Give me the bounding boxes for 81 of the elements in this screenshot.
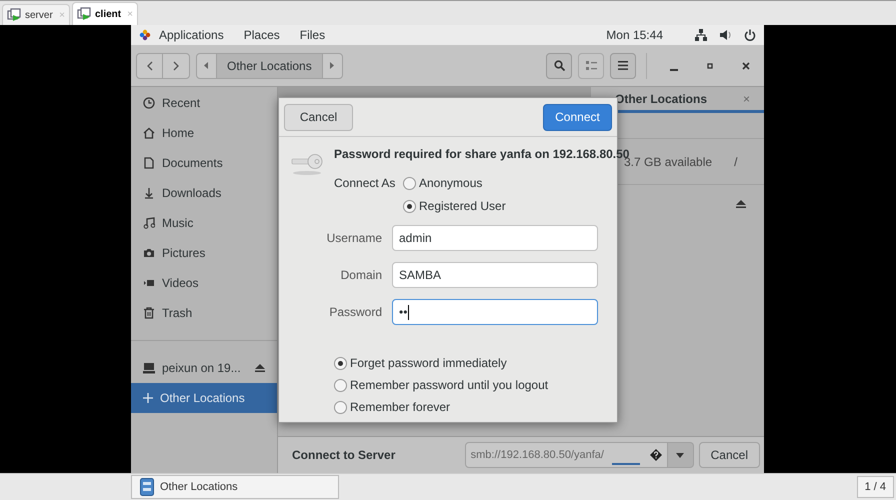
input-field[interactable]: •• [392, 299, 598, 325]
sidebar-item[interactable]: Videos [131, 268, 277, 298]
house-icon [143, 127, 155, 139]
sidebar-item[interactable]: Documents [131, 148, 277, 178]
flower-icon [139, 29, 151, 41]
clock: Mon 15:44 [606, 27, 663, 44]
eject-icon [736, 200, 746, 208]
sidebar-item[interactable]: Pictures [131, 238, 277, 268]
menu-item[interactable]: Files [300, 26, 326, 44]
video-icon [143, 277, 155, 289]
view-toggle-button[interactable] [578, 52, 604, 78]
network-drive-icon [143, 362, 155, 374]
field-label: Username [326, 230, 383, 247]
file-cabinet-icon [140, 478, 154, 496]
radio-label: Remember forever [350, 399, 450, 416]
search-button[interactable] [546, 52, 572, 78]
connect-as-label: Connect As [334, 175, 396, 192]
left-triangle-icon [204, 62, 209, 69]
cancel-button[interactable]: Cancel [698, 442, 760, 468]
radio-label: Registered User [419, 198, 506, 215]
sidebar-item[interactable]: Music [131, 208, 277, 238]
search-icon [554, 60, 564, 71]
speaker-icon [719, 29, 732, 41]
radio-label: Remember password until you logout [350, 377, 548, 394]
clock-icon [143, 97, 155, 109]
radio-label: Forget password immediately [350, 355, 507, 372]
field-label: Password [328, 304, 383, 321]
power-icon [744, 29, 756, 41]
input-field[interactable]: admin [392, 225, 598, 251]
radio-button[interactable] [334, 378, 347, 392]
music-icon [143, 217, 155, 229]
browser-tab[interactable]: server × [2, 4, 70, 25]
sidebar-item[interactable]: Other Locations [131, 383, 277, 413]
sidebar-item[interactable]: Home [131, 118, 277, 148]
tab-label: server [25, 8, 53, 22]
address-field[interactable]: smb://192.168.80.50/yanfa/ [464, 442, 668, 468]
browser-tab[interactable]: client × [72, 2, 138, 25]
sidebar-item[interactable]: peixun on 19... [131, 353, 277, 383]
caret-icon [676, 452, 684, 458]
path-button[interactable]: Other Locations [217, 54, 322, 78]
field-label: Domain [340, 267, 383, 284]
radio-label: Anonymous [419, 175, 482, 192]
trash-icon [143, 307, 155, 319]
menu-item[interactable]: Places [244, 26, 280, 44]
radio-button[interactable] [403, 176, 416, 190]
connect-label: Connect to Server [292, 447, 396, 464]
download-icon [143, 187, 155, 199]
network-icon [695, 29, 707, 41]
workspace-indicator[interactable]: 1 / 4 [856, 476, 894, 498]
back-icon [146, 60, 154, 70]
help-icon [650, 449, 662, 461]
taskbar-window-button[interactable]: Other Locations [131, 475, 339, 499]
vm-icon [77, 7, 91, 21]
sidebar-item[interactable]: Trash [131, 298, 277, 328]
menu-item[interactable]: Applications [159, 26, 224, 44]
menu-icon [618, 61, 628, 70]
eject-button[interactable] [736, 200, 746, 208]
document-icon [143, 157, 155, 169]
close-icon [742, 62, 750, 70]
camera-icon [143, 247, 155, 259]
connect-button[interactable]: Connect [543, 104, 612, 130]
radio-button[interactable] [334, 356, 347, 370]
mount-path: / [734, 154, 738, 170]
dropdown-button[interactable] [668, 442, 694, 468]
radio-button[interactable] [334, 400, 347, 414]
vm-icon [7, 8, 21, 22]
forward-icon [172, 60, 180, 70]
radio-button[interactable] [403, 200, 416, 212]
menu-button[interactable] [610, 52, 636, 78]
sidebar-item[interactable]: Recent [131, 88, 277, 118]
right-triangle-icon [330, 62, 335, 69]
input-field[interactable]: SAMBA [392, 262, 598, 288]
list-icon [586, 61, 596, 70]
plus-icon [143, 393, 153, 403]
maximize-icon [706, 62, 714, 70]
eject-button[interactable] [255, 364, 265, 372]
eject-icon [255, 364, 265, 372]
tab-label: client [95, 8, 122, 22]
minimize-icon [670, 68, 678, 70]
sidebar-item[interactable]: Downloads [131, 178, 277, 208]
cancel-button[interactable]: Cancel [284, 104, 353, 130]
